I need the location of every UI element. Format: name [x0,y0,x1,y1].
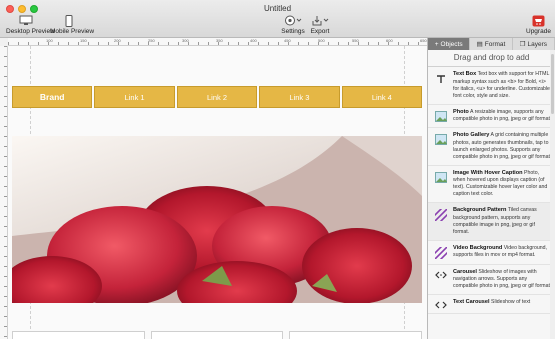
text-box-icon [434,71,448,100]
nav-link-4[interactable]: Link 4 [341,86,423,108]
mobile-preview-label: Mobile Preview [50,28,95,35]
ruler-tick-label: 400 [250,38,257,43]
tab-layers-label: Layers [527,40,547,48]
page-area[interactable]: Brand Link 1 Link 2 Link 3 Link 4 [8,46,427,339]
export-icon [307,14,333,27]
ruler-tick-label: 300 [182,38,189,43]
object-text-box[interactable]: Text Box Text box with support for HTML … [428,67,555,105]
object-name: Photo [453,108,469,115]
window-title: Untitled [263,4,292,13]
upgrade-button[interactable]: Upgrade [526,14,551,35]
object-carousel[interactable]: Carousel Slideshow of images with naviga… [428,265,555,296]
content-column[interactable] [150,331,284,339]
object-image-hover-caption[interactable]: Image With Hover Caption Photo, when hov… [428,166,555,204]
design-canvas[interactable]: 1001502002503003504004505005506006507007… [0,38,427,339]
tab-format[interactable]: ▤ Format [470,38,513,50]
scroll-thumb[interactable] [551,54,554,114]
export-button[interactable]: Export [307,14,333,35]
drag-hint: Drag and drop to add [453,53,530,62]
nav-link-1[interactable]: Link 1 [94,86,175,108]
text-carousel-icon [434,299,448,309]
layers-icon: ❐ [519,41,526,48]
vertical-ruler [0,46,8,339]
tab-format-label: Format [484,40,506,48]
object-desc: Slideshow of text [491,299,531,306]
carousel-arrows-icon [434,269,448,291]
panel-scrollbar[interactable] [550,50,555,339]
ruler-tick-label: 250 [148,38,155,43]
tab-objects-label: Objects [440,40,463,48]
object-name: Photo Gallery [453,132,490,139]
settings-label: Settings [281,28,305,35]
hover-caption-icon [434,170,448,199]
object-background-pattern[interactable]: Background Pattern Tiled canvas backgrou… [428,203,555,241]
ruler-tick-label: 150 [80,38,87,43]
photo-gallery-icon [434,132,448,161]
roses-photo [12,136,422,303]
object-name: Background Pattern [453,207,507,214]
horizontal-ruler: 1001502002503003504004505005506006507007… [8,38,427,46]
panel-tabs: + Objects ▤ Format ❐ Layers [428,38,555,50]
window-toolbar: Untitled Desktop Preview Mobile Preview … [0,0,555,38]
ruler-tick-label: 600 [386,38,393,43]
ruler-tick-label: 650 [420,38,427,43]
ruler-tick-label: 100 [46,38,53,43]
object-video-background[interactable]: Video Background Video background, suppo… [428,241,555,265]
object-name: Image With Hover Caption [453,169,523,176]
nav-link-3[interactable]: Link 3 [259,86,340,108]
object-name: Video Background [453,244,503,251]
hero-image[interactable] [12,136,422,303]
mobile-preview-button[interactable]: Mobile Preview [50,14,95,35]
gear-icon [280,14,306,27]
navigation-bar[interactable]: Brand Link 1 Link 2 Link 3 Link 4 [12,86,423,108]
format-icon: ▤ [476,41,483,48]
ruler-tick-label: 350 [216,38,223,43]
tab-layers[interactable]: ❐ Layers [512,38,555,50]
desktop-preview-button[interactable]: Desktop Preview [6,14,55,35]
plus-icon: + [434,40,439,48]
ruler-tick-label: 500 [318,38,325,43]
content-column[interactable] [289,331,423,339]
tab-objects[interactable]: + Objects [428,38,471,50]
nav-link-2[interactable]: Link 2 [176,86,258,108]
object-name: Text Carousel [453,299,490,306]
phone-icon [50,14,88,27]
object-photo[interactable]: Photo A resizable image, supports any co… [428,105,555,129]
video-pattern-icon [434,245,448,260]
shopping-cart-icon [526,14,550,27]
content-columns[interactable] [12,331,423,339]
ruler-tick-label: 450 [284,38,291,43]
monitor-icon [6,14,46,27]
settings-button[interactable]: Settings [280,14,306,35]
content-column[interactable] [12,331,145,339]
export-label: Export [310,28,330,35]
objects-panel: + Objects ▤ Format ❐ Layers Drag and drop t… [427,38,555,339]
object-photo-gallery[interactable]: Photo Gallery A grid containing multiple… [428,128,555,166]
upgrade-label: Upgrade [526,28,551,35]
ruler-tick-label: 200 [114,38,121,43]
object-name: Text Box [453,71,477,77]
ruler-tick-label: 550 [352,38,359,43]
object-text-carousel[interactable]: Text Carousel Slideshow of text [428,295,555,315]
photo-icon [434,109,448,124]
pattern-icon [434,207,448,236]
nav-brand[interactable]: Brand [12,86,93,108]
object-name: Carousel [453,268,477,275]
desktop-preview-label: Desktop Preview [6,28,55,35]
